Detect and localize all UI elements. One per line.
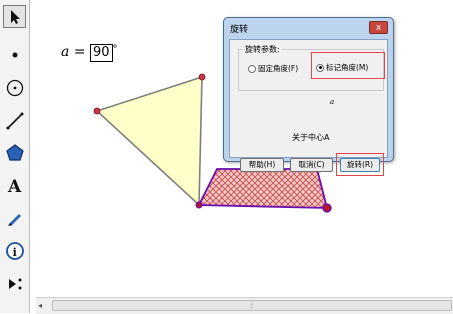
angle-variable: a bbox=[330, 98, 335, 106]
polygon-icon[interactable] bbox=[3, 141, 26, 164]
marked-angle-radio[interactable]: 标记角度(M) bbox=[316, 62, 368, 73]
help-button[interactable]: 帮助(H) bbox=[240, 158, 284, 172]
fixed-angle-radio[interactable]: 固定角度(F) bbox=[248, 63, 298, 74]
dialog-title: 旋转 bbox=[230, 25, 249, 35]
parameter-unit: ° bbox=[112, 44, 118, 55]
scroll-grip-icon: ⦙⦙ bbox=[250, 301, 254, 310]
parameter-a[interactable]: a = 90 ° bbox=[61, 44, 118, 62]
close-button[interactable]: x bbox=[369, 21, 388, 34]
radio-on-icon bbox=[316, 63, 324, 72]
dialog-titlebar[interactable]: 旋转 x bbox=[224, 18, 393, 38]
radio-off-icon bbox=[248, 64, 256, 73]
marked-angle-label: 标记角度(M) bbox=[326, 63, 369, 72]
straightedge-icon[interactable] bbox=[3, 109, 26, 132]
horizontal-scrollbar[interactable]: ◂ ⦙⦙ bbox=[36, 297, 453, 314]
scroll-left-arrow-icon[interactable]: ◂ bbox=[38, 300, 48, 311]
parameter-name: a bbox=[61, 44, 70, 60]
arrow-select-icon[interactable] bbox=[3, 5, 26, 28]
cancel-button[interactable]: 取消(C) bbox=[290, 158, 333, 172]
fixed-angle-label: 固定角度(F) bbox=[258, 64, 299, 73]
center-label: 关于中心A bbox=[292, 133, 330, 142]
group-label: 旋转参数: bbox=[243, 44, 282, 55]
svg-text:i: i bbox=[12, 246, 16, 259]
parameter-equals: = bbox=[73, 44, 86, 60]
rotate-dialog: 旋转 x 旋转参数: 固定角度(F) 标记角度(M) a 关于中心A 帮助(H)… bbox=[223, 17, 394, 176]
information-icon[interactable]: i bbox=[3, 239, 26, 262]
svg-text:A: A bbox=[7, 177, 22, 195]
dialog-body: 旋转参数: 固定角度(F) 标记角度(M) a 关于中心A 帮助(H) 取消(C… bbox=[229, 39, 388, 176]
marker-pen-icon[interactable] bbox=[3, 206, 26, 229]
point-icon[interactable] bbox=[3, 43, 26, 66]
compass-circle-icon[interactable] bbox=[3, 76, 26, 99]
toolbox: A i bbox=[0, 0, 30, 313]
custom-tool-icon[interactable] bbox=[3, 272, 26, 295]
parameter-value[interactable]: 90 bbox=[90, 44, 113, 62]
rotate-button[interactable]: 旋转(R) bbox=[340, 158, 380, 172]
text-icon[interactable]: A bbox=[3, 173, 26, 196]
